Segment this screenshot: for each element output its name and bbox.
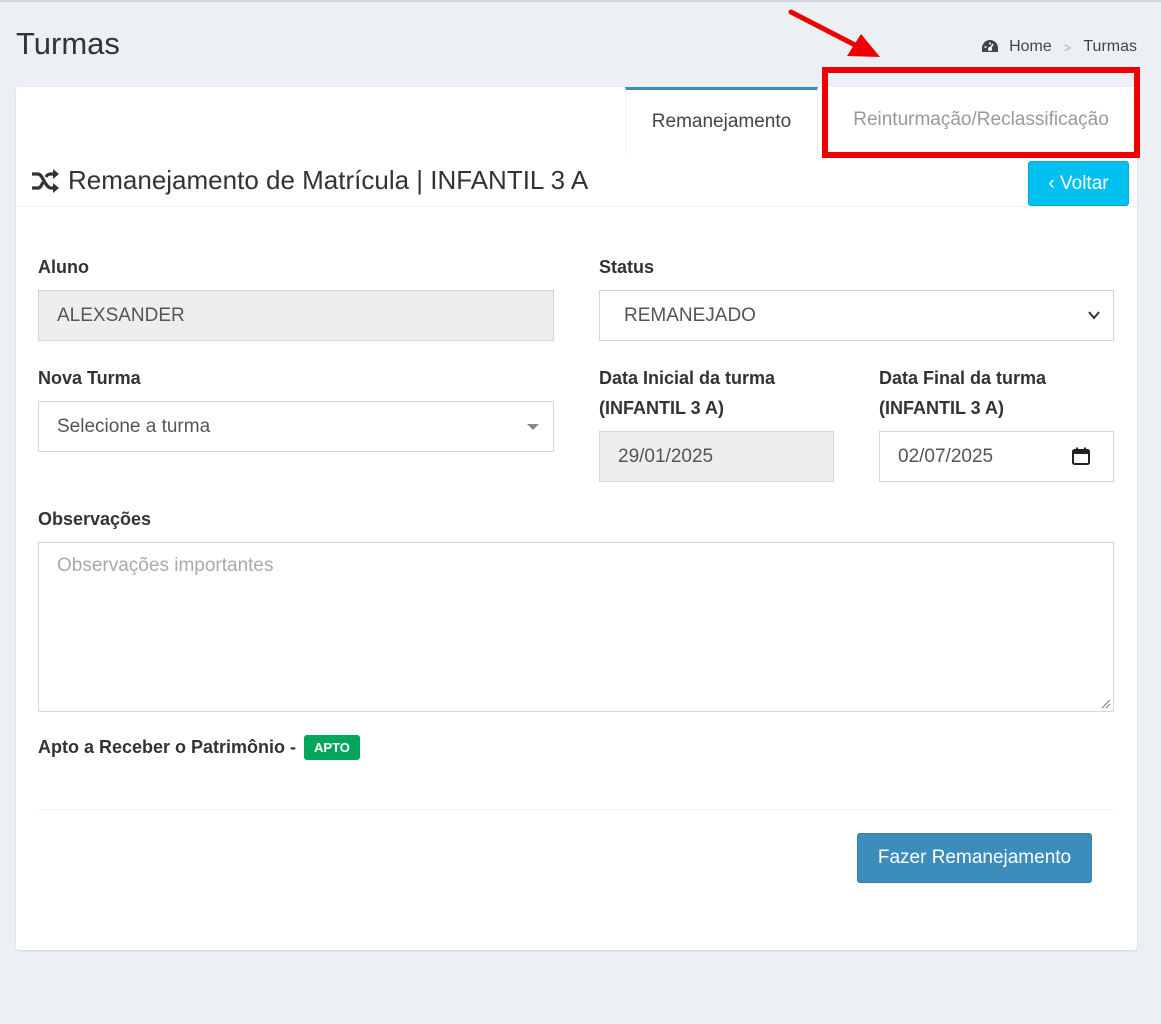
page-title: Turmas bbox=[16, 26, 120, 61]
resize-handle-icon[interactable] bbox=[1101, 699, 1111, 709]
observacoes-label: Observações bbox=[38, 509, 152, 529]
breadcrumb-current: Turmas bbox=[1083, 38, 1137, 55]
data-final-label-line2: (INFANTIL 3 A) bbox=[879, 398, 1004, 418]
tab-reinturmacao-reclassificacao[interactable]: Reinturmação/Reclassificação bbox=[836, 87, 1126, 153]
main-card: Remanejamento Reinturmação/Reclassificaç… bbox=[16, 87, 1137, 950]
data-final-value: 02/07/2025 bbox=[898, 445, 994, 467]
calendar-icon[interactable] bbox=[1071, 446, 1091, 466]
card-title-text: Remanejamento de Matrícula | INFANTIL 3 … bbox=[68, 165, 589, 195]
card-header: Remanejamento de Matrícula | INFANTIL 3 … bbox=[16, 153, 1137, 207]
status-select-value: REMANEJADO bbox=[624, 304, 756, 326]
fazer-remanejamento-button[interactable]: Fazer Remanejamento bbox=[857, 833, 1092, 883]
divider bbox=[38, 809, 1114, 810]
breadcrumb-home-link[interactable]: Home bbox=[1009, 38, 1052, 56]
data-final-input[interactable]: 02/07/2025 bbox=[879, 431, 1114, 482]
back-button[interactable]: ‹ Voltar bbox=[1028, 161, 1129, 206]
data-inicial-label: Data Inicial da turma (INFANTIL 3 A) bbox=[599, 363, 775, 423]
caret-down-icon bbox=[527, 424, 539, 430]
nova-turma-label: Nova Turma bbox=[38, 368, 141, 388]
breadcrumb: Home > Turmas bbox=[981, 38, 1137, 56]
shuffle-icon bbox=[32, 168, 59, 193]
tab-remanejamento[interactable]: Remanejamento bbox=[625, 87, 818, 153]
data-inicial-label-line2: (INFANTIL 3 A) bbox=[599, 398, 724, 418]
nova-turma-select[interactable]: Selecione a turma bbox=[38, 401, 554, 452]
apto-label: Apto a Receber o Patrimônio - bbox=[38, 737, 297, 757]
card-title: Remanejamento de Matrícula | INFANTIL 3 … bbox=[30, 165, 588, 196]
data-inicial-field: 29/01/2025 bbox=[599, 431, 834, 482]
chevron-down-icon bbox=[1088, 311, 1100, 320]
dashboard-icon bbox=[982, 40, 999, 52]
status-badge: APTO bbox=[304, 735, 360, 760]
top-border bbox=[0, 0, 1161, 2]
breadcrumb-separator: > bbox=[1063, 39, 1072, 55]
nova-turma-placeholder: Selecione a turma bbox=[57, 415, 211, 437]
observacoes-textarea[interactable]: Observações importantes bbox=[38, 542, 1114, 712]
status-label: Status bbox=[599, 257, 655, 277]
data-final-label-line1: Data Final da turma bbox=[879, 368, 1047, 388]
observacoes-placeholder: Observações importantes bbox=[57, 555, 274, 576]
data-final-label: Data Final da turma (INFANTIL 3 A) bbox=[879, 363, 1046, 423]
aluno-field: ALEXSANDER bbox=[38, 290, 554, 341]
data-inicial-label-line1: Data Inicial da turma bbox=[599, 368, 776, 388]
apto-row: Apto a Receber o Patrimônio - APTO bbox=[38, 735, 360, 760]
aluno-label: Aluno bbox=[38, 257, 89, 277]
annotation-arrow bbox=[788, 9, 880, 57]
status-select[interactable]: REMANEJADO bbox=[599, 290, 1114, 341]
